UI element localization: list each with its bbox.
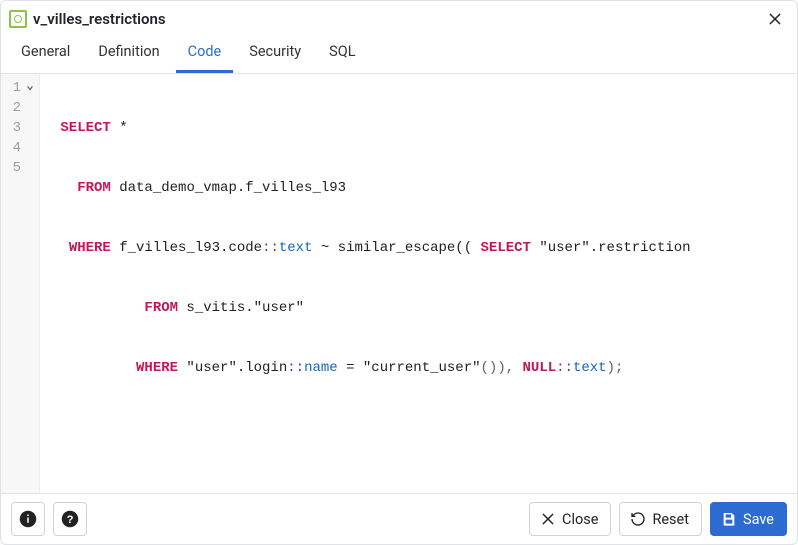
- kw-select: SELECT: [60, 120, 110, 136]
- line-number: 4: [7, 138, 21, 158]
- code-text: =: [338, 360, 363, 376]
- kw-where: WHERE: [69, 240, 111, 256]
- type-name: text: [279, 240, 313, 256]
- code-text: data_demo_vmap.f_villes_l93: [111, 180, 346, 196]
- punct: ()),: [481, 360, 515, 376]
- tab-bar: General Definition Code Security SQL: [1, 35, 797, 74]
- save-button[interactable]: Save: [710, 502, 787, 536]
- tab-code[interactable]: Code: [176, 35, 234, 73]
- info-button[interactable]: [11, 502, 45, 536]
- kw-null: NULL: [523, 360, 557, 376]
- reset-button[interactable]: Reset: [619, 502, 702, 536]
- op-cast: ::: [262, 240, 279, 256]
- code-text: "user".restriction: [531, 240, 691, 256]
- save-button-label: Save: [743, 511, 774, 528]
- line-number: 1: [7, 78, 21, 98]
- code-text: s_vitis."user": [178, 300, 304, 316]
- kw-select: SELECT: [481, 240, 531, 256]
- tab-definition[interactable]: Definition: [86, 35, 171, 73]
- close-button[interactable]: Close: [529, 502, 611, 536]
- code-text: "current_user": [363, 360, 481, 376]
- tab-sql[interactable]: SQL: [317, 35, 367, 73]
- op-cast: ::: [287, 360, 304, 376]
- line-number: 5: [7, 158, 21, 178]
- dialog-footer: ? Close Reset Save: [1, 493, 797, 544]
- dialog: v_villes_restrictions General Definition…: [0, 0, 798, 545]
- dialog-header: v_villes_restrictions: [1, 1, 797, 35]
- kw-where: WHERE: [136, 360, 178, 376]
- type-name: text: [573, 360, 607, 376]
- kw-from: FROM: [77, 180, 111, 196]
- svg-text:?: ?: [67, 514, 74, 526]
- line-number: 3: [7, 118, 21, 138]
- dialog-title: v_villes_restrictions: [33, 10, 763, 28]
- gutter: 1 2 3 4 5: [1, 74, 40, 493]
- close-icon[interactable]: [763, 7, 787, 31]
- code-content[interactable]: SELECT * FROM data_demo_vmap.f_villes_l9…: [40, 74, 797, 493]
- punct: );: [607, 360, 624, 376]
- code-text: f_villes_l93.code: [111, 240, 262, 256]
- code-text: ~ similar_escape((: [312, 240, 480, 256]
- code-text: *: [111, 120, 128, 136]
- close-button-label: Close: [562, 511, 598, 528]
- view-icon: [9, 10, 27, 28]
- line-number: 2: [7, 98, 21, 118]
- tab-general[interactable]: General: [9, 35, 82, 73]
- code-text: "user".login: [178, 360, 287, 376]
- type-name: name: [304, 360, 338, 376]
- code-text: [514, 360, 522, 376]
- help-button[interactable]: ?: [53, 502, 87, 536]
- op-cast: ::: [556, 360, 573, 376]
- kw-from: FROM: [144, 300, 178, 316]
- reset-button-label: Reset: [652, 511, 689, 528]
- tab-security[interactable]: Security: [237, 35, 313, 73]
- code-editor[interactable]: 1 2 3 4 5 SELECT * FROM data_demo_vmap.f…: [1, 74, 797, 493]
- fold-icon[interactable]: [25, 83, 35, 93]
